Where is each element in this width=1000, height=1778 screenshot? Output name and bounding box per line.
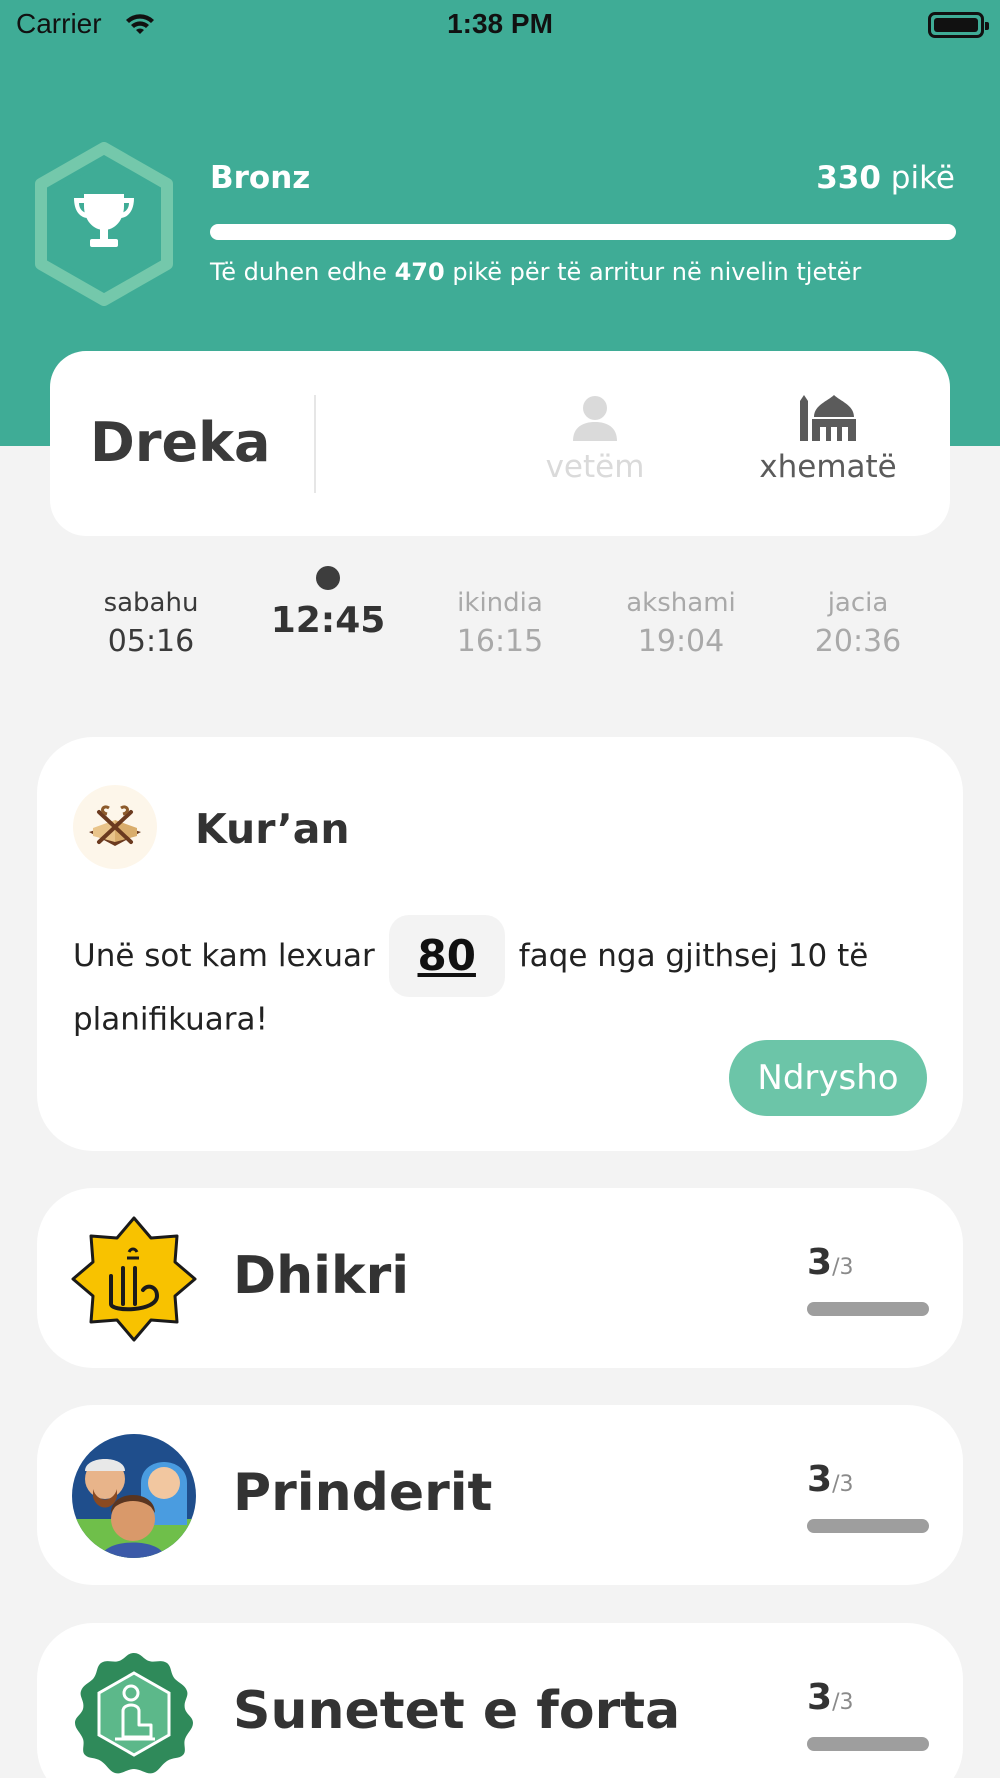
prayer-time-akshami[interactable]: akshami 19:04 — [601, 560, 761, 659]
level-badge — [33, 142, 175, 306]
task-card-sunetet[interactable]: Sunetet e forta 3/3 — [37, 1623, 963, 1778]
pray-alone-label: vetëm — [545, 449, 645, 485]
task-count: 3/3 — [807, 1242, 853, 1283]
task-title: Sunetet e forta — [233, 1681, 681, 1741]
quran-title: Kur’an — [195, 805, 350, 853]
allah-star-icon — [71, 1216, 197, 1342]
task-count: 3/3 — [807, 1459, 853, 1500]
divider — [314, 395, 316, 493]
pray-alone-option[interactable]: vetëm — [510, 391, 680, 485]
level-name: Bronz — [210, 160, 311, 196]
family-icon — [71, 1433, 197, 1559]
task-count: 3/3 — [807, 1677, 853, 1718]
level-points: 330 pikë — [816, 160, 955, 196]
prayer-time-name: akshami — [626, 588, 736, 618]
level-progress-bar — [210, 224, 956, 240]
prayer-time-current[interactable]: 12:45 — [248, 560, 408, 641]
task-total: /3 — [832, 1255, 854, 1280]
person-icon — [510, 391, 680, 441]
level-points-value: 330 — [816, 160, 881, 196]
level-hint-suffix: pikë për të arritur në nivelin tjetër — [452, 258, 862, 286]
mosque-icon — [743, 391, 913, 441]
task-total: /3 — [832, 1690, 854, 1715]
prayer-time-value: 12:45 — [270, 600, 386, 641]
level-hint-prefix: Të duhen edhe — [210, 258, 387, 286]
change-button[interactable]: Ndrysho — [729, 1040, 927, 1116]
prayer-time-name: jacia — [827, 588, 889, 618]
prayer-times-row: sabahu 05:16 12:45 ikindia 16:15 akshami… — [0, 560, 1000, 680]
prayer-time-value: 16:15 — [456, 624, 544, 659]
prayer-name: Dreka — [90, 411, 271, 474]
pray-congregation-label: xhematë — [759, 449, 897, 485]
task-done: 3 — [807, 1677, 833, 1718]
quran-book-icon — [73, 785, 157, 869]
status-time: 1:38 PM — [447, 8, 553, 39]
task-card-dhikri[interactable]: Dhikri 3/3 — [37, 1188, 963, 1368]
task-progress-bar — [807, 1302, 929, 1316]
pages-read-input[interactable]: 80 — [388, 915, 505, 997]
prayer-time-sabahu[interactable]: sabahu 05:16 — [71, 560, 231, 659]
prayer-time-value: 20:36 — [814, 624, 902, 659]
prayer-time-name: ikindia — [457, 588, 543, 618]
task-total: /3 — [832, 1472, 854, 1497]
task-card-prinderit[interactable]: Prinderit 3/3 — [37, 1405, 963, 1585]
prayer-time-ikindia[interactable]: ikindia 16:15 — [420, 560, 580, 659]
pray-congregation-option[interactable]: xhematë — [743, 391, 913, 485]
quran-progress-text: Unë sot kam lexuar 80 faqe nga gjithsej 10… — [73, 915, 933, 1041]
praying-person-icon — [71, 1651, 197, 1777]
current-prayer-indicator — [316, 566, 340, 590]
task-done: 3 — [807, 1459, 833, 1500]
level-hint: Të duhen edhe 470 pikë për të arritur në… — [210, 258, 861, 286]
task-progress-bar — [807, 1519, 929, 1533]
prayer-card: Dreka vetëm xhematë — [50, 351, 950, 536]
task-progress-bar — [807, 1737, 929, 1751]
task-title: Prinderit — [233, 1463, 493, 1523]
quran-card: Kur’an Unë sot kam lexuar 80 faqe nga gjit… — [37, 737, 963, 1151]
prayer-time-value: 19:04 — [637, 624, 725, 659]
level-points-unit: pikë — [890, 160, 955, 196]
prayer-time-jacia[interactable]: jacia 20:36 — [778, 560, 938, 659]
task-title: Dhikri — [233, 1246, 410, 1306]
battery-icon — [928, 12, 989, 38]
prayer-time-value: 05:16 — [107, 624, 195, 659]
status-bar: Carrier 1:38 PM — [0, 0, 1000, 50]
quran-text-before: Unë sot kam lexuar — [73, 938, 375, 974]
task-done: 3 — [807, 1242, 833, 1283]
level-hint-points: 470 — [394, 258, 445, 286]
prayer-time-name: sabahu — [103, 588, 199, 618]
